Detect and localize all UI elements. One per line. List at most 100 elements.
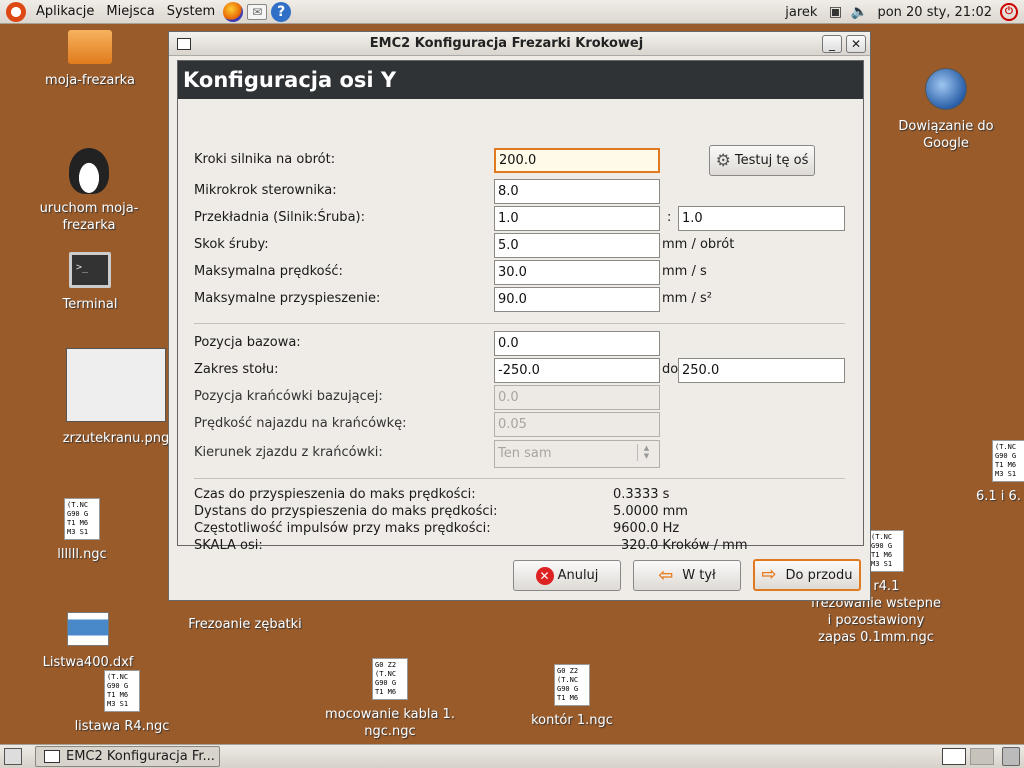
home-switch-label: Pozycja krańcówki bazującej: xyxy=(194,389,383,404)
config-window: EMC2 Konfiguracja Frezarki Krokowej _ ✕ … xyxy=(168,31,871,601)
microstep-label: Mikrokrok sterownika: xyxy=(194,183,337,198)
trash-icon[interactable] xyxy=(1002,747,1020,766)
help-icon[interactable]: ? xyxy=(271,1,292,22)
clock[interactable]: pon 20 sty, 21:02 xyxy=(871,5,998,20)
max-velocity-input[interactable]: 30.0 xyxy=(494,260,660,285)
spin-arrows-icon: ▲ ▼ xyxy=(637,444,655,461)
range-min-input[interactable]: -250.0 xyxy=(494,358,660,383)
pitch-label: Skok śruby: xyxy=(194,237,269,252)
ubuntu-logo-icon[interactable] xyxy=(6,1,26,22)
ngc-file-icon: (T.NC G90 G T1 M6 M3 S1 xyxy=(868,530,904,572)
forward-button[interactable]: ⇨ Do przodu xyxy=(753,559,861,591)
top-panel: Aplikacje Miejsca System ✉ ? jarek ▣ 🔈 p… xyxy=(0,0,1024,24)
home-position-label: Pozycja bazowa: xyxy=(194,335,301,350)
home-switch-input: 0.0 xyxy=(494,385,660,410)
image-thumbnail-icon xyxy=(66,348,166,422)
ngc-file-icon: (T.NC G90 G T1 M6 M3 S1 xyxy=(992,440,1024,482)
max-accel-label: Maksymalne przyspieszenie: xyxy=(194,291,381,306)
desktop-icon-right-ngc[interactable]: (T.NC G90 G T1 M6 M3 S1 6.1 i 6. xyxy=(976,440,1024,505)
penguin-icon xyxy=(69,148,109,194)
gear-motor-input[interactable]: 1.0 xyxy=(494,206,660,231)
steps-per-rev-input[interactable]: 200.0 xyxy=(494,148,660,173)
microstep-input[interactable]: 8.0 xyxy=(494,179,660,204)
folder-icon xyxy=(68,30,112,64)
separator xyxy=(194,323,845,324)
axis-scale-value: 320.0 Kroków / mm xyxy=(621,538,748,553)
menu-places[interactable]: Miejsca xyxy=(100,0,160,24)
search-velocity-input: 0.05 xyxy=(494,412,660,437)
firefox-icon[interactable] xyxy=(223,1,244,22)
window-icon xyxy=(44,750,60,763)
accel-distance-label: Dystans do przyspieszenia do maks prędko… xyxy=(194,504,498,519)
gear-ratio-label: Przekładnia (Silnik:Śruba): xyxy=(194,210,365,225)
desktop-icon-listawa-r4[interactable]: (T.NC G90 G T1 M6 M3 S1 listawa R4.ngc xyxy=(70,670,174,735)
pitch-unit: mm / obrót xyxy=(662,237,735,252)
max-accel-unit: mm / s² xyxy=(662,291,712,306)
accel-time-value: 0.3333 s xyxy=(613,487,670,502)
ngc-file-icon: (T.NC G90 G T1 M6 M3 S1 xyxy=(104,670,140,712)
bottom-panel: EMC2 Konfiguracja Fr... xyxy=(0,744,1024,768)
menu-system[interactable]: System xyxy=(161,0,221,24)
ngc-file-icon: G0 Z2 (T.NC G90 G T1 M6 xyxy=(372,658,408,700)
accel-time-label: Czas do przyspieszenia do maks prędkości… xyxy=(194,487,476,502)
desktop-icon-google-link[interactable]: Dowiązanie do Google xyxy=(888,68,1004,152)
menu-applications[interactable]: Aplikacje xyxy=(30,0,100,24)
desktop-icon-mocowanie[interactable]: G0 Z2 (T.NC G90 G T1 M6 mocowanie kabla … xyxy=(322,658,458,740)
table-range-label: Zakres stołu: xyxy=(194,362,279,377)
close-button[interactable]: ✕ xyxy=(846,34,866,53)
gear-screw-input[interactable]: 1.0 xyxy=(678,206,845,231)
pulse-frequency-label: Częstotliwość impulsów przy maks prędkoś… xyxy=(194,521,491,536)
window-title: EMC2 Konfiguracja Frezarki Krokowej xyxy=(369,36,644,51)
desktop-icon-lllll[interactable]: (T.NC G90 G T1 M6 M3 S1 llllll.ngc xyxy=(40,498,124,563)
back-button[interactable]: ⇦ W tył xyxy=(633,560,741,591)
network-icon[interactable]: ▣ xyxy=(826,4,844,20)
minimize-button[interactable]: _ xyxy=(822,34,842,53)
power-icon[interactable]: ⏻ xyxy=(1000,3,1018,21)
volume-icon[interactable]: 🔈 xyxy=(850,4,868,20)
arrow-left-icon: ⇦ xyxy=(658,564,674,586)
globe-icon xyxy=(925,68,967,110)
steps-label: Kroki silnika na obrót: xyxy=(194,152,336,167)
desktop-icon-terminal[interactable]: >_ Terminal xyxy=(40,252,140,313)
accel-distance-value: 5.0000 mm xyxy=(613,504,688,519)
range-max-input[interactable]: 250.0 xyxy=(678,358,845,383)
user-name[interactable]: jarek xyxy=(779,5,823,20)
max-accel-input[interactable]: 90.0 xyxy=(494,287,660,312)
show-desktop-icon[interactable] xyxy=(4,748,22,765)
desktop-icon-listwa400[interactable]: Listwa400.dxf xyxy=(38,612,138,671)
search-velocity-label: Prędkość najazdu na krańcówkę: xyxy=(194,416,407,431)
gears-icon: ⚙ xyxy=(715,150,731,171)
desktop-icon-uruchom[interactable]: uruchom moja- frezarka xyxy=(34,148,144,234)
terminal-icon: >_ xyxy=(69,252,111,288)
gear-ratio-separator: : xyxy=(667,210,672,225)
workspace-2[interactable] xyxy=(970,748,994,765)
max-velocity-unit: mm / s xyxy=(662,264,707,279)
separator xyxy=(194,478,845,479)
top-panel-right: jarek ▣ 🔈 pon 20 sty, 21:02 ⏻ xyxy=(779,0,1024,24)
cancel-icon: ✕ xyxy=(535,566,554,585)
axis-config-panel: Konfiguracja osi Y Kroki silnika na obró… xyxy=(177,60,864,553)
ngc-file-icon: G0 Z2 (T.NC G90 G T1 M6 xyxy=(554,664,590,706)
window-titlebar[interactable]: EMC2 Konfiguracja Frezarki Krokowej _ ✕ xyxy=(169,32,870,56)
workspace-1[interactable] xyxy=(942,748,966,765)
desktop-icon-kontor[interactable]: G0 Z2 (T.NC G90 G T1 M6 kontór 1.ngc xyxy=(522,664,622,729)
home-position-input[interactable]: 0.0 xyxy=(494,331,660,356)
window-menu-icon[interactable] xyxy=(177,37,191,50)
latch-direction-select: Ten sam ▲ ▼ xyxy=(494,440,660,468)
cancel-button[interactable]: ✕ Anuluj xyxy=(513,560,621,591)
desktop-icon-frezowanie-zebatki[interactable]: Frezoanie zębatki xyxy=(180,616,310,633)
latch-direction-label: Kierunek zjazdu z krańcówki: xyxy=(194,445,383,460)
arrow-right-icon: ⇨ xyxy=(761,564,777,585)
page-title: Konfiguracja osi Y xyxy=(178,61,863,99)
mail-icon[interactable]: ✉ xyxy=(247,3,268,20)
taskbar-window-button[interactable]: EMC2 Konfiguracja Fr... xyxy=(35,746,220,767)
desktop-icon-moja-frezarka[interactable]: moja-frezarka xyxy=(40,30,140,89)
screw-pitch-input[interactable]: 5.0 xyxy=(494,233,660,258)
max-velocity-label: Maksymalna prędkość: xyxy=(194,264,343,279)
ngc-file-icon: (T.NC G90 G T1 M6 M3 S1 xyxy=(64,498,100,540)
range-separator: do xyxy=(662,362,679,377)
desktop-icon-screenshot[interactable]: zrzutekranu.png xyxy=(52,348,180,447)
test-axis-button[interactable]: ⚙ Testuj tę oś xyxy=(709,145,815,176)
image-file-icon xyxy=(67,612,109,646)
pulse-frequency-value: 9600.0 Hz xyxy=(613,521,680,536)
